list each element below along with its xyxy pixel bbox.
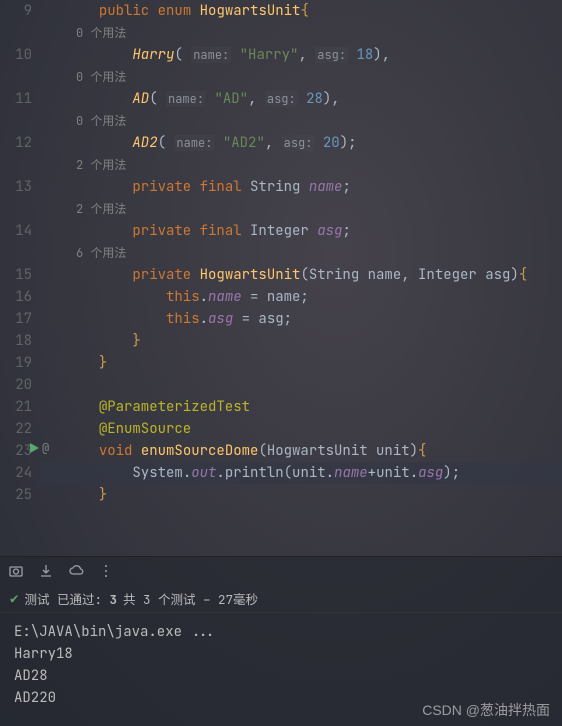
code-line: this.asg = asg; (40, 308, 562, 330)
code-editor[interactable]: 9 10 11 12 13 14 1516 1718 1920 2122 232… (0, 0, 562, 556)
code-line (40, 374, 562, 396)
code-line: void enumSourceDome(HogwartsUnit unit){ (40, 440, 562, 462)
code-line: AD( name: "AD", asg: 28), (40, 88, 562, 110)
camera-icon[interactable] (8, 563, 24, 579)
code-line: AD2( name: "AD2", asg: 20); (40, 132, 562, 154)
test-status-label: 测试 已通过: 3 (24, 589, 117, 608)
code-line: } (40, 352, 562, 374)
check-icon: ✔ (10, 590, 18, 608)
console-line: E:\JAVA\bin\java.exe ... (14, 621, 548, 643)
code-line: @ParameterizedTest (40, 396, 562, 418)
code-line: } (40, 484, 562, 506)
cloud-icon[interactable] (68, 563, 84, 579)
test-status-detail: 共 3 个测试 – 27毫秒 (123, 589, 258, 608)
code-line: System.out.println(unit.name+unit.asg); (40, 462, 562, 484)
usage-hint: 6 个用法 (40, 242, 562, 264)
toolbar (0, 557, 562, 585)
code-line: public enum HogwartsUnit{ (40, 0, 562, 22)
code-area: public enum HogwartsUnit{ 0 个用法 Harry( n… (40, 0, 562, 556)
watermark: CSDN @葱油拌热面 (422, 700, 550, 720)
test-status-bar: ✔ 测试 已通过: 3 共 3 个测试 – 27毫秒 (0, 585, 562, 613)
usage-hint: 0 个用法 (40, 66, 562, 88)
code-line: this.name = name; (40, 286, 562, 308)
code-line: private HogwartsUnit(String name, Intege… (40, 264, 562, 286)
console-line: Harry18 (14, 643, 548, 665)
run-test-gutter-icon[interactable]: @ (28, 440, 49, 456)
line-gutter: 9 10 11 12 13 14 1516 1718 1920 2122 232… (0, 0, 40, 556)
more-icon[interactable] (98, 563, 114, 579)
code-line: @EnumSource (40, 418, 562, 440)
usage-hint: 0 个用法 (40, 22, 562, 44)
code-line: private final Integer asg; (40, 220, 562, 242)
download-icon[interactable] (38, 563, 54, 579)
code-line: } (40, 330, 562, 352)
usage-hint: 0 个用法 (40, 110, 562, 132)
usage-hint: 2 个用法 (40, 198, 562, 220)
console-line: AD28 (14, 665, 548, 687)
code-line: private final String name; (40, 176, 562, 198)
code-line: Harry( name: "Harry", asg: 18), (40, 44, 562, 66)
usage-hint: 2 个用法 (40, 154, 562, 176)
